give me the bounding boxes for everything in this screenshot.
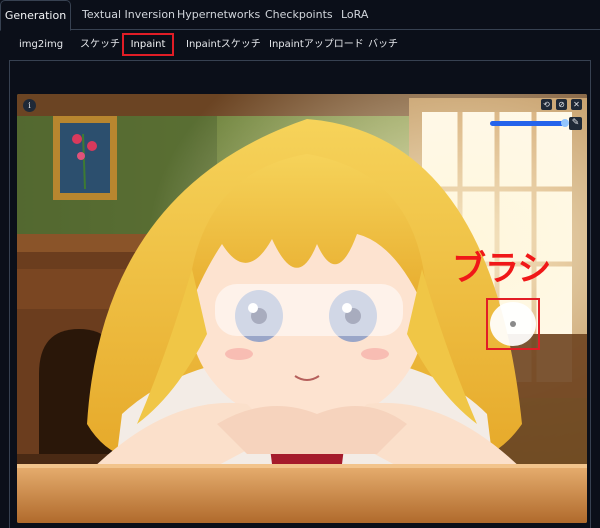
brush-annotation-label: ブラシ bbox=[452, 249, 551, 289]
undo-icon[interactable]: ⟲ bbox=[541, 99, 552, 110]
tab-inpaint-upload[interactable]: Inpaintアップロード bbox=[269, 33, 364, 56]
tab-batch[interactable]: バッチ bbox=[368, 33, 398, 56]
tab-textual-inversion[interactable]: Textual Inversion bbox=[82, 0, 175, 30]
brush-size-slider-thumb[interactable] bbox=[561, 119, 569, 127]
brush-icon[interactable]: ✎ bbox=[569, 117, 582, 130]
top-tab-bar: Generation Textual Inversion Hypernetwor… bbox=[0, 0, 600, 31]
tab-inpaint-sketch[interactable]: Inpaintスケッチ bbox=[186, 33, 261, 56]
tab-hypernetworks[interactable]: Hypernetworks bbox=[177, 0, 260, 30]
tab-lora[interactable]: LoRA bbox=[341, 0, 368, 30]
reset-icon[interactable]: ⊘ bbox=[556, 99, 567, 110]
tab-inpaint[interactable]: Inpaint bbox=[122, 33, 174, 56]
tab-sketch[interactable]: スケッチ bbox=[80, 33, 120, 56]
tab-img2img[interactable]: img2img bbox=[19, 33, 63, 56]
close-icon[interactable]: ✕ bbox=[571, 99, 582, 110]
sub-tab-bar: img2img スケッチ Inpaint Inpaintスケッチ Inpaint… bbox=[0, 33, 600, 57]
tab-checkpoints[interactable]: Checkpoints bbox=[265, 0, 333, 30]
tab-generation[interactable]: Generation bbox=[0, 0, 71, 31]
info-icon[interactable]: i bbox=[23, 99, 36, 112]
brush-highlight-box bbox=[486, 298, 540, 350]
brush-size-slider[interactable] bbox=[490, 121, 565, 126]
